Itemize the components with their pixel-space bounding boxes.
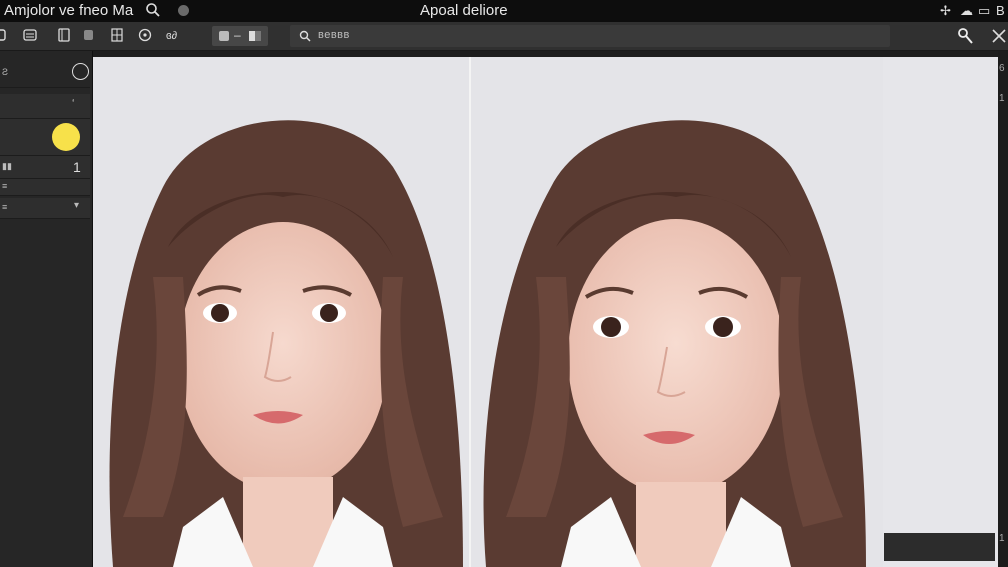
pin-icon[interactable]: ✢ <box>940 3 951 19</box>
portrait-image-after <box>471 57 883 567</box>
magic-wand-icon[interactable] <box>955 26 975 46</box>
scroll-mark-bottom: 1 <box>999 533 1005 544</box>
effects-icon[interactable]: ɞ∂ <box>166 28 180 42</box>
canvas[interactable] <box>93 57 883 567</box>
option-row[interactable]: ≡ <box>0 179 90 196</box>
before-pane[interactable] <box>93 57 469 567</box>
close-icon[interactable]: B <box>996 3 1005 18</box>
search-input[interactable]: веввв <box>290 25 890 47</box>
close-panel-icon[interactable] <box>990 27 1008 45</box>
minimize-icon[interactable]: ▭ <box>978 3 990 19</box>
split-divider[interactable] <box>469 57 471 567</box>
search-text: веввв <box>318 29 350 41</box>
panel-icon[interactable] <box>57 28 71 42</box>
single-view-icon[interactable] <box>218 30 230 42</box>
right-panel-footer[interactable] <box>884 533 995 561</box>
panel-header-row[interactable]: Ƨ <box>0 59 90 88</box>
grid-icon[interactable] <box>110 28 124 42</box>
vertical-scrollbar[interactable]: 6 1 1 <box>998 51 1008 567</box>
cloud-icon[interactable]: ☁ <box>960 3 973 19</box>
option-dropdown-row[interactable]: ≡ ▾ <box>0 198 90 219</box>
color-swatch[interactable] <box>52 123 80 151</box>
panel-dropdown-row[interactable]: ʻ <box>0 94 90 119</box>
view-separator-icon: – <box>234 28 241 42</box>
left-panel: Ƨ ʻ ▮▮ 1 ≡ ≡ ▾ <box>0 51 93 567</box>
crop-icon[interactable] <box>0 28 8 42</box>
palette-icon[interactable] <box>138 28 152 42</box>
value-number: 1 <box>73 159 81 175</box>
layers-icon[interactable] <box>23 28 37 42</box>
split-view-icon[interactable] <box>248 30 262 42</box>
value-row-label: ▮▮ <box>2 161 12 171</box>
option-row-label: ≡ <box>2 181 8 191</box>
right-panel <box>883 57 998 567</box>
option-dropdown-label: ≡ <box>2 202 8 212</box>
circle-toggle-icon[interactable] <box>72 63 89 80</box>
status-dot-icon[interactable] <box>178 5 189 16</box>
chevron-down-icon: ▾ <box>74 200 80 211</box>
toolbar: ɞ∂ – веввв <box>0 22 1008 51</box>
scroll-mark-top: 6 <box>999 63 1005 74</box>
color-row[interactable] <box>0 119 90 156</box>
search-icon[interactable] <box>145 2 161 18</box>
after-pane[interactable] <box>471 57 883 567</box>
scroll-mark-mid: 1 <box>999 93 1005 104</box>
search-icon <box>299 30 311 42</box>
value-row[interactable]: ▮▮ 1 <box>0 156 90 179</box>
svg-text:ɞ∂: ɞ∂ <box>166 30 178 42</box>
app-title: Amjolor ve fneo Ma <box>4 2 134 19</box>
chevron-icon: ʻ <box>72 98 75 110</box>
document-title: Apoal deliore <box>420 2 508 19</box>
document-icon[interactable] <box>82 28 96 42</box>
portrait-image-before <box>93 57 469 567</box>
title-bar: Amjolor ve fneo Ma Apoal deliore ✢ ☁ ▭ B <box>0 0 1008 22</box>
panel-header-label: Ƨ <box>2 67 9 77</box>
view-toggle-group[interactable]: – <box>212 26 268 46</box>
